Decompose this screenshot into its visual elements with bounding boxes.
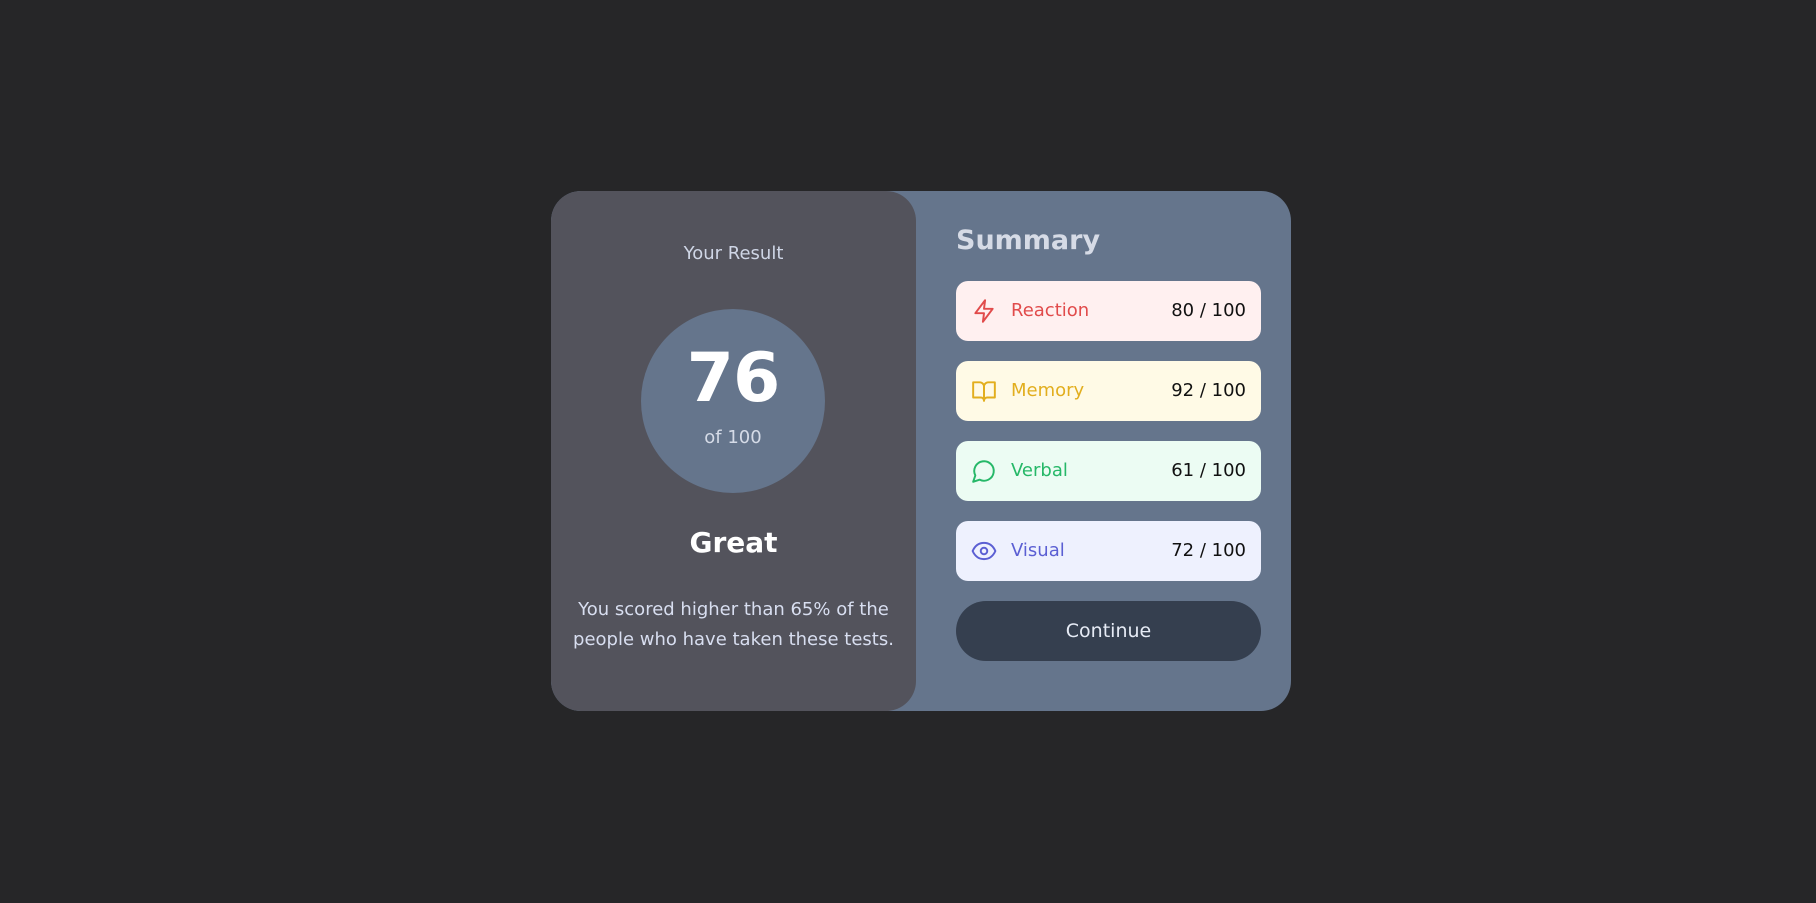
summary-item-verbal: Verbal 61 / 100	[956, 441, 1261, 501]
summary-item-reaction: Reaction 80 / 100	[956, 281, 1261, 341]
score-value: 76	[686, 339, 781, 418]
result-heading: Your Result	[683, 243, 784, 264]
result-panel: Your Result 76 of 100 Great You scored h…	[551, 191, 916, 711]
continue-button[interactable]: Continue	[956, 601, 1261, 661]
rating-label: Great	[689, 526, 778, 559]
summary-item-label: Memory	[1011, 380, 1085, 401]
summary-list: Reaction 80 / 100 Memory 92 / 100 Verbal…	[956, 281, 1261, 601]
summary-item-score: 92 / 100	[1171, 380, 1246, 401]
score-circle: 76 of 100	[641, 309, 825, 493]
summary-item-memory: Memory 92 / 100	[956, 361, 1261, 421]
lightning-icon	[971, 298, 997, 324]
results-card: Your Result 76 of 100 Great You scored h…	[551, 191, 1291, 711]
result-description: You scored higher than 65% of the people…	[573, 599, 894, 650]
score-total: of 100	[704, 427, 762, 448]
summary-item-score: 80 / 100	[1171, 300, 1246, 321]
book-icon	[971, 378, 997, 404]
summary-item-label: Verbal	[1011, 460, 1068, 481]
summary-item-label: Visual	[1011, 540, 1065, 561]
summary-title: Summary	[956, 225, 1101, 256]
summary-item-visual: Visual 72 / 100	[956, 521, 1261, 581]
eye-icon	[971, 538, 997, 564]
summary-item-score: 61 / 100	[1171, 460, 1246, 481]
chat-bubble-icon	[971, 458, 997, 484]
summary-item-score: 72 / 100	[1171, 540, 1246, 561]
summary-item-label: Reaction	[1011, 300, 1090, 321]
